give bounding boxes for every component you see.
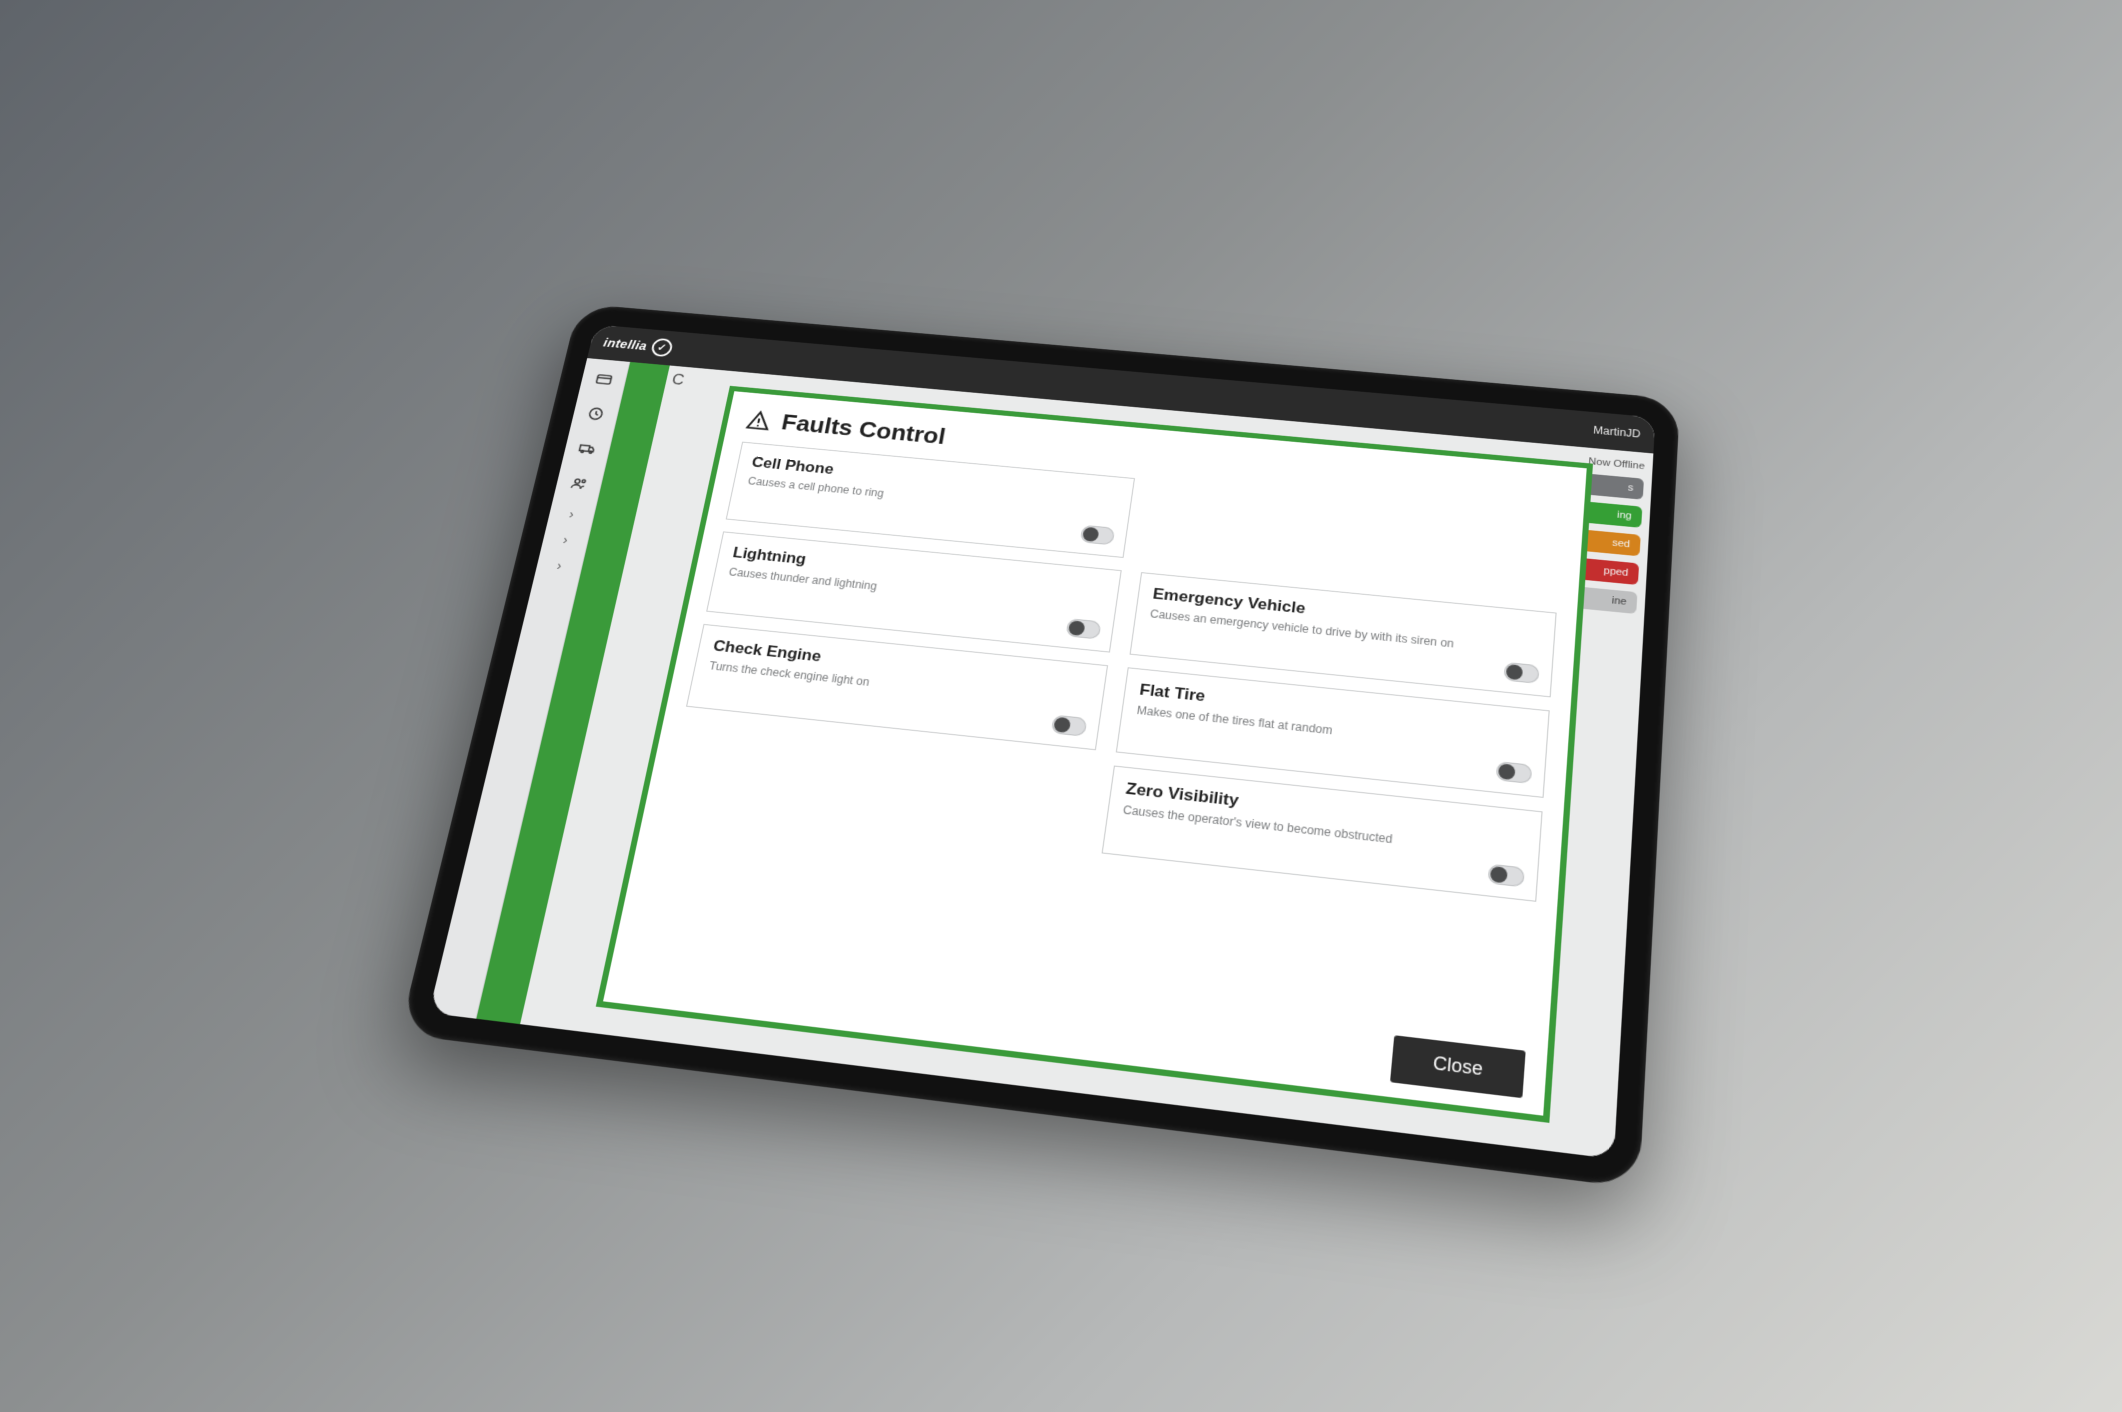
content-under-modal: C Now Offline s ing sed pped ine [520, 365, 1653, 1159]
rail-expand-3[interactable]: › [555, 558, 563, 572]
user-label: MartinJD [1593, 424, 1641, 440]
screen: intellia ✓ MartinJD › › [429, 324, 1656, 1159]
fault-toggle[interactable] [1051, 715, 1087, 737]
fault-toggle[interactable] [1503, 662, 1539, 684]
faults-modal: Faults Control Cell Phone Causes a cell … [596, 386, 1593, 1123]
app-body: › › › C Now Offline s ing sed pped ine [429, 358, 1654, 1159]
fault-toggle[interactable] [1080, 525, 1115, 546]
close-button[interactable]: Close [1390, 1035, 1526, 1098]
rail-history-icon[interactable] [580, 401, 611, 426]
brand: intellia ✓ [602, 334, 675, 358]
rail-expand-1[interactable]: › [568, 507, 576, 521]
rail-card-icon[interactable] [588, 367, 619, 392]
fault-toggle[interactable] [1066, 618, 1102, 639]
rail-users-icon[interactable] [563, 471, 594, 497]
tablet-frame: intellia ✓ MartinJD › › [399, 304, 1680, 1189]
fault-toggle[interactable] [1488, 864, 1525, 888]
modal-title: Faults Control [779, 409, 947, 450]
brand-text: intellia [602, 336, 648, 353]
modal-overlay: Faults Control Cell Phone Causes a cell … [520, 365, 1653, 1159]
rail-expand-2[interactable]: › [562, 533, 570, 547]
brand-logo-icon: ✓ [650, 338, 674, 357]
warning-icon [745, 408, 773, 432]
faults-grid: Cell Phone Causes a cell phone to ring L… [638, 442, 1563, 1037]
fault-toggle[interactable] [1496, 761, 1533, 784]
rail-truck-icon[interactable] [572, 436, 603, 462]
